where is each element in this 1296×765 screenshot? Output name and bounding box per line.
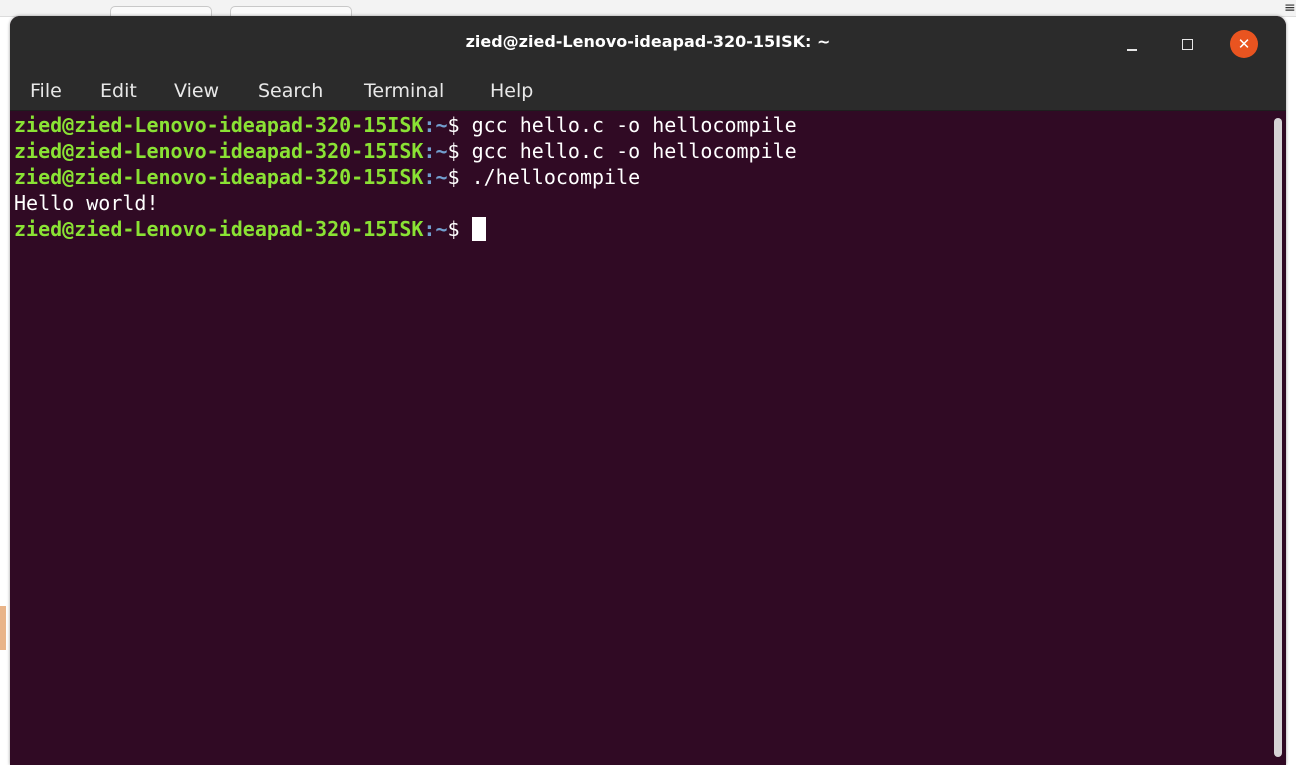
terminal-line: zied@zied-Lenovo-ideapad-320-15ISK:~$ gc… <box>14 112 1268 138</box>
terminal-output-line: Hello world! <box>14 191 159 215</box>
minimize-icon <box>1127 48 1137 51</box>
menu-file[interactable]: File <box>26 80 66 102</box>
terminal-line: zied@zied-Lenovo-ideapad-320-15ISK:~$ gc… <box>14 138 1268 164</box>
menu-help[interactable]: Help <box>486 80 537 102</box>
background-highlight <box>0 606 6 650</box>
text-cursor <box>471 217 486 241</box>
prompt-user-host: zied@zied-Lenovo-ideapad-320-15ISK <box>14 139 424 163</box>
menu-terminal[interactable]: Terminal <box>360 80 448 102</box>
prompt-path: :~ <box>423 165 448 189</box>
prompt-symbol: $ <box>447 165 472 189</box>
background-app-toolbar: ≡ <box>0 0 1296 19</box>
prompt-symbol: $ <box>447 139 472 163</box>
prompt-path: :~ <box>423 113 448 137</box>
menu-view[interactable]: View <box>170 80 223 102</box>
scrollbar[interactable] <box>1274 118 1282 757</box>
prompt-user-host: zied@zied-Lenovo-ideapad-320-15ISK <box>14 217 424 241</box>
prompt-path: :~ <box>423 139 448 163</box>
close-button[interactable]: ✕ <box>1230 30 1258 58</box>
title-bar[interactable]: zied@zied-Lenovo-ideapad-320-15ISK: ~ ✕ <box>10 16 1286 72</box>
prompt-user-host: zied@zied-Lenovo-ideapad-320-15ISK <box>14 165 424 189</box>
minimize-button[interactable] <box>1118 30 1146 58</box>
command-text: gcc hello.c -o hellocompile <box>471 139 797 163</box>
prompt-path: :~ <box>423 217 448 241</box>
prompt-symbol: $ <box>447 113 472 137</box>
prompt-user-host: zied@zied-Lenovo-ideapad-320-15ISK <box>14 113 424 137</box>
window-title: zied@zied-Lenovo-ideapad-320-15ISK: ~ <box>465 32 831 51</box>
prompt-symbol: $ <box>447 217 472 241</box>
close-icon: ✕ <box>1237 35 1251 53</box>
menu-edit[interactable]: Edit <box>96 80 141 102</box>
background-menu-icon: ≡ <box>1284 0 1296 16</box>
terminal-line: zied@zied-Lenovo-ideapad-320-15ISK:~$ <box>14 216 1268 242</box>
menu-search[interactable]: Search <box>254 80 327 102</box>
terminal-line: zied@zied-Lenovo-ideapad-320-15ISK:~$ ./… <box>14 164 1268 190</box>
maximize-button[interactable] <box>1173 30 1201 58</box>
menu-bar: File Edit View Search Terminal Help <box>10 72 1286 111</box>
terminal-output[interactable]: zied@zied-Lenovo-ideapad-320-15ISK:~$ gc… <box>14 112 1268 765</box>
terminal-window: zied@zied-Lenovo-ideapad-320-15ISK: ~ ✕ … <box>10 16 1286 765</box>
maximize-icon <box>1181 39 1193 50</box>
command-text: ./hellocompile <box>471 165 641 189</box>
command-text: gcc hello.c -o hellocompile <box>471 113 797 137</box>
